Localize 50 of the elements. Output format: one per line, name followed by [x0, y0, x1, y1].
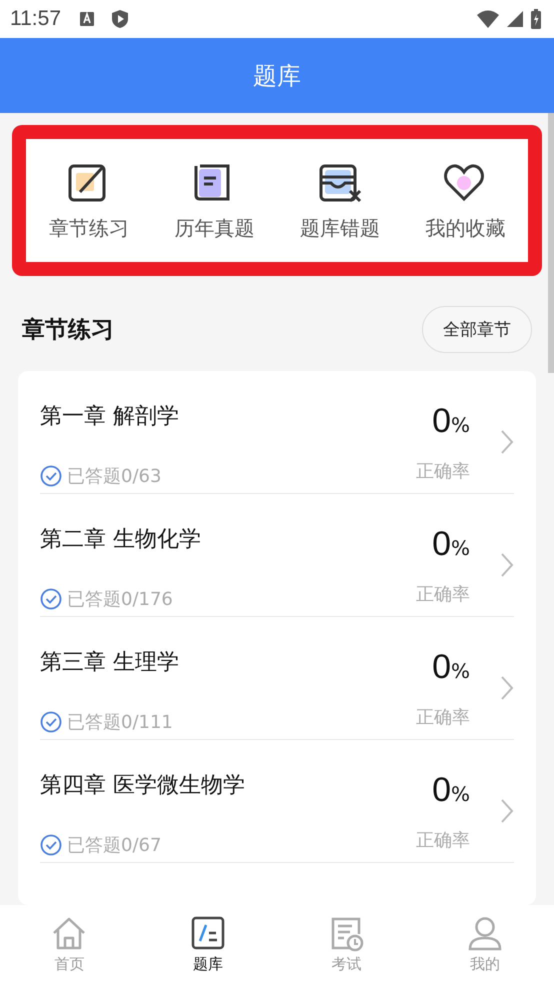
page-title: 题库 [253, 60, 301, 92]
shortcut-button[interactable]: 章节练习 [26, 163, 152, 242]
person-icon [466, 916, 503, 952]
status-time: 11:57 [10, 7, 61, 31]
answered-count: 已答题0/63 [67, 464, 162, 488]
chevron-right-icon [500, 798, 514, 824]
chapter-title: 第一章 解剖学 [40, 402, 180, 431]
chapter-title: 第三章 生理学 [40, 648, 180, 677]
section-title: 章节练习 [22, 316, 114, 345]
chevron-right-icon [500, 429, 514, 455]
percent-sign: % [450, 782, 470, 806]
accuracy-value: 0 [432, 648, 451, 686]
chevron-right-icon [500, 552, 514, 578]
accuracy-value: 0 [432, 402, 451, 440]
accuracy-value: 0 [432, 770, 451, 808]
keyboard-icon [79, 11, 95, 27]
accuracy-label: 正确率 [416, 582, 470, 606]
home-icon [51, 916, 88, 952]
chapter-row[interactable]: 第三章 生理学 0% 已答题0/111 正确率 [40, 617, 514, 740]
chapter-row[interactable]: 第一章 解剖学 0% 已答题0/63 正确率 [40, 371, 514, 494]
chapter-title: 第四章 医学微生物学 [40, 772, 246, 800]
shortcut-button[interactable]: 题库错题 [277, 163, 402, 242]
chapter-title: 第二章 生物化学 [40, 526, 202, 554]
question-list-icon [190, 916, 226, 952]
answered-count: 已答题0/67 [67, 834, 162, 857]
all-chapters-button[interactable]: 全部章节 [422, 306, 532, 353]
chapter-row[interactable]: 第二章 生物化学 0% 已答题0/176 正确率 [40, 494, 514, 617]
percent-sign: % [450, 536, 470, 560]
shortcut-button[interactable]: 历年真题 [152, 163, 277, 242]
answered-count: 已答题0/176 [67, 588, 173, 611]
tab-bar-item[interactable]: 题库 [138, 916, 277, 974]
accuracy-value: 0 [432, 524, 451, 562]
check-circle-icon [40, 464, 62, 487]
tray-x-icon [318, 163, 362, 203]
check-circle-icon [40, 710, 62, 733]
chapter-row[interactable]: 第四章 医学微生物学 0% 已答题0/67 正确率 [40, 740, 514, 863]
shortcut-button[interactable]: 我的收藏 [402, 163, 528, 242]
percent-sign: % [450, 412, 470, 436]
answered-count: 已答题0/111 [67, 710, 173, 734]
chevron-right-icon [500, 675, 514, 701]
check-circle-icon [40, 834, 62, 856]
shield-icon [111, 9, 129, 29]
check-circle-icon [40, 588, 62, 610]
signal-icon [506, 10, 524, 28]
percent-sign: % [450, 658, 470, 682]
accuracy-label: 正确率 [416, 706, 470, 730]
accuracy-label: 正确率 [416, 828, 470, 852]
accuracy-label: 正确率 [416, 460, 470, 484]
battery-icon [530, 8, 542, 30]
wifi-icon [476, 9, 500, 29]
